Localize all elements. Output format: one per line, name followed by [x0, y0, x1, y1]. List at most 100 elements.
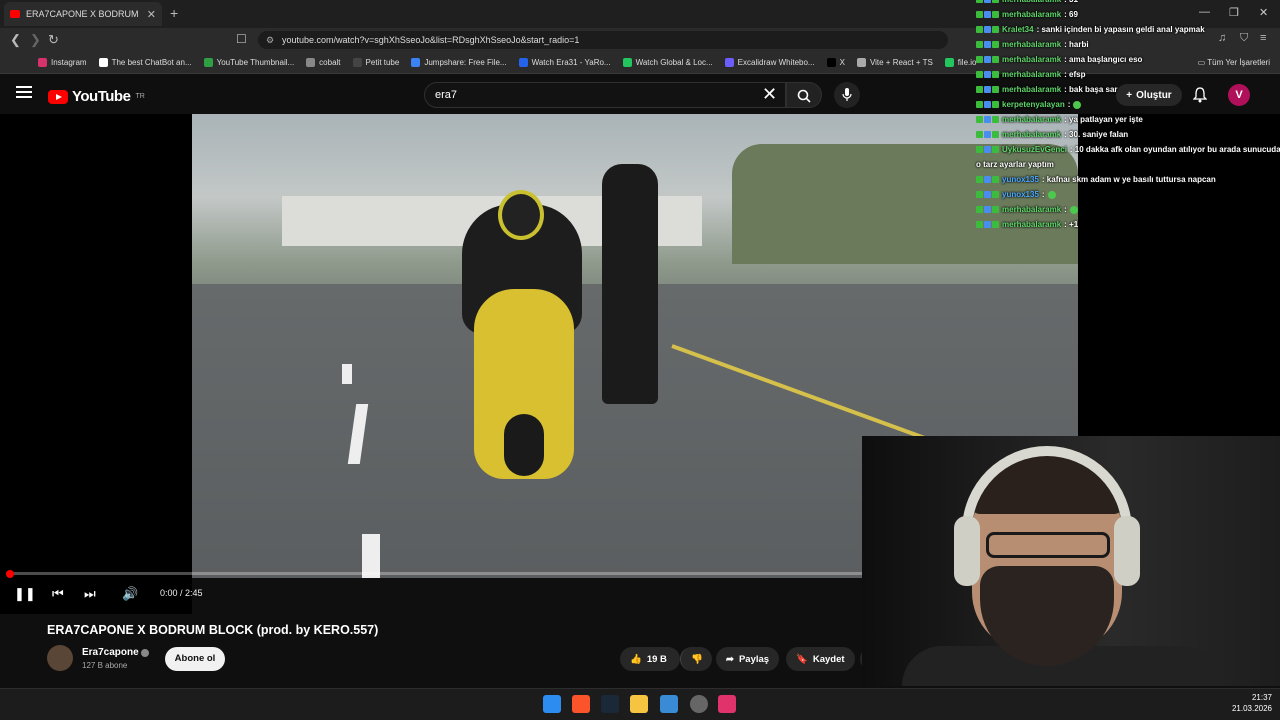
chat-message: Kralet34: sanki içinden bi yapasın geldi…	[976, 25, 1205, 34]
site-info-icon[interactable]: ⚙	[266, 31, 274, 49]
next-icon[interactable]: ⏭	[84, 586, 96, 602]
chat-text: : sanki içinden bi yapasın geldi anal ya…	[1036, 25, 1205, 34]
bookmark-item[interactable]: file.io	[944, 58, 976, 67]
bookmark-item[interactable]: Watch Global & Loc...	[622, 58, 713, 67]
bookmark-favicon-icon	[724, 58, 734, 67]
chat-text: : 69	[1064, 10, 1078, 19]
chat-username: merhabalaramk	[1002, 130, 1062, 139]
bookmark-favicon-icon	[622, 58, 632, 67]
bookmark-label: Vite + React + TS	[869, 58, 933, 67]
browser-tab[interactable]: ERA7CAPONE X BODRUM BLOCK ✕	[4, 2, 162, 26]
chat-text: : ama başlangıcı eso	[1064, 55, 1143, 64]
start-icon[interactable]	[543, 695, 561, 713]
hamburger-menu-icon[interactable]	[16, 86, 32, 98]
chat-username: kerpetenyalayan	[1002, 100, 1065, 109]
new-tab-button[interactable]: +	[170, 5, 178, 21]
chat-message: merhabalaramk:	[976, 205, 1078, 214]
region-code: TR	[135, 93, 145, 100]
chat-username: UykusuzEvGenci	[1002, 145, 1067, 154]
volume-icon[interactable]: 🔊	[122, 586, 138, 602]
chat-text: : kafnaı skm adam w ye basılı tuttursa n…	[1041, 175, 1216, 184]
bookmark-icon[interactable]: ☐	[236, 32, 247, 46]
chat-message: yunox135: kafnaı skm adam w ye basılı tu…	[976, 175, 1216, 184]
youtube-wordmark: YouTube	[72, 88, 131, 105]
chat-text: : efsp	[1064, 70, 1086, 79]
steam-icon[interactable]	[601, 695, 619, 713]
bookmark-item[interactable]: Instagram	[38, 58, 87, 67]
bookmark-favicon-icon	[38, 58, 47, 67]
time-display: 0:00 / 2:45	[160, 588, 203, 598]
bookmark-item[interactable]: cobalt	[306, 58, 341, 67]
chat-emote-icon	[1069, 205, 1078, 214]
voice-search-button[interactable]	[834, 82, 860, 108]
thumbs-down-icon: 👎	[691, 653, 703, 665]
share-button[interactable]: ➦ Paylaş	[716, 647, 780, 671]
chat-message: UykusuzEvGenci: 10 dakka afk olan oyunda…	[976, 145, 1280, 154]
time-current: 0:00	[160, 588, 178, 598]
bookmark-favicon-icon	[411, 58, 421, 67]
chat-username: merhabalaramk	[1002, 205, 1062, 214]
chat-username: merhabalaramk	[1002, 85, 1062, 94]
chat-message: merhabalaramk: ya patlayan yer işte	[976, 115, 1143, 124]
bookmark-favicon-icon	[98, 58, 108, 67]
chat-message: merhabalaramk: harbi	[976, 40, 1089, 49]
bookmark-item[interactable]: The best ChatBot an...	[98, 58, 192, 67]
bookmark-label: Watch Era31 - YaRo...	[531, 58, 611, 67]
subscriber-count: 127 B abone	[82, 661, 128, 670]
bookmark-favicon-icon	[856, 58, 866, 67]
bookmark-item[interactable]: X	[826, 58, 845, 67]
brave-browser-icon[interactable]	[572, 695, 590, 713]
bookmark-favicon-icon	[306, 58, 316, 67]
chat-text: : +1	[1064, 220, 1079, 229]
tiktok-live-icon[interactable]	[718, 695, 736, 713]
chat-message: o tarz ayarlar yaptım	[976, 160, 1054, 169]
youtube-logo[interactable]: YouTube TR	[48, 88, 145, 105]
bookmark-item[interactable]: Jumpshare: Free File...	[411, 58, 507, 67]
clear-search-icon[interactable]: ✕	[762, 84, 777, 105]
chat-badge-icon	[976, 221, 999, 228]
app-icon[interactable]	[660, 695, 678, 713]
chat-message: merhabalaramk: efsp	[976, 70, 1086, 79]
bookmark-item[interactable]: YouTube Thumbnail...	[203, 58, 294, 67]
forward-icon[interactable]: ❯	[30, 32, 41, 48]
settings-icon[interactable]	[690, 695, 708, 713]
bookmark-item[interactable]: Watch Era31 - YaRo...	[518, 58, 611, 67]
chat-username: merhabalaramk	[1002, 220, 1062, 229]
close-tab-icon[interactable]: ✕	[147, 8, 156, 21]
save-button[interactable]: 🔖 Kaydet	[786, 647, 855, 671]
file-explorer-icon[interactable]	[630, 695, 648, 713]
channel-name[interactable]: Era7capone	[82, 647, 139, 658]
chat-username: Kralet34	[1002, 25, 1034, 34]
save-label: Kaydet	[812, 653, 845, 665]
dislike-button[interactable]: 👎	[680, 647, 712, 671]
previous-icon[interactable]: ⏮	[52, 586, 64, 602]
microphone-icon	[842, 88, 852, 101]
channel-avatar[interactable]	[47, 645, 73, 671]
reload-icon[interactable]: ↻	[48, 32, 59, 48]
url-bar[interactable]: ⚙ youtube.com/watch?v=sghXhSseoJo&list=R…	[258, 31, 948, 49]
chat-text: : ya patlayan yer işte	[1064, 115, 1143, 124]
scrubber-handle[interactable]	[6, 570, 14, 578]
bookmark-favicon-icon	[518, 58, 528, 67]
player-letterbox-left	[0, 114, 192, 614]
chat-username: yunox135	[1002, 190, 1039, 199]
search-button[interactable]	[786, 82, 822, 108]
share-icon: ➦	[726, 653, 734, 665]
chat-username: merhabalaramk	[1002, 0, 1061, 4]
chat-message: merhabalaramk: 31	[976, 0, 1078, 4]
bookmark-item[interactable]: Excalidraw Whitebo...	[724, 58, 815, 67]
chat-badge-icon	[976, 26, 999, 33]
chat-emote-icon	[1073, 100, 1082, 109]
back-icon[interactable]: ❮	[10, 32, 21, 48]
bookmark-item[interactable]: Petit tube	[352, 58, 399, 67]
bookmark-item[interactable]: Vite + React + TS	[856, 58, 933, 67]
clock-date: 21.03.2026	[1231, 704, 1272, 713]
search-input[interactable]: era7	[424, 82, 786, 108]
like-button[interactable]: 👍 19 B	[620, 647, 680, 671]
chat-message: merhabalaramk: ama başlangıcı eso	[976, 55, 1142, 64]
bookmark-favicon-icon	[826, 58, 836, 67]
pause-icon[interactable]: ❚❚	[14, 586, 36, 602]
bookmark-label: Excalidraw Whitebo...	[737, 58, 815, 67]
system-clock: 21:37 21.03.2026	[1232, 692, 1272, 714]
subscribe-button[interactable]: Abone ol	[165, 647, 225, 671]
